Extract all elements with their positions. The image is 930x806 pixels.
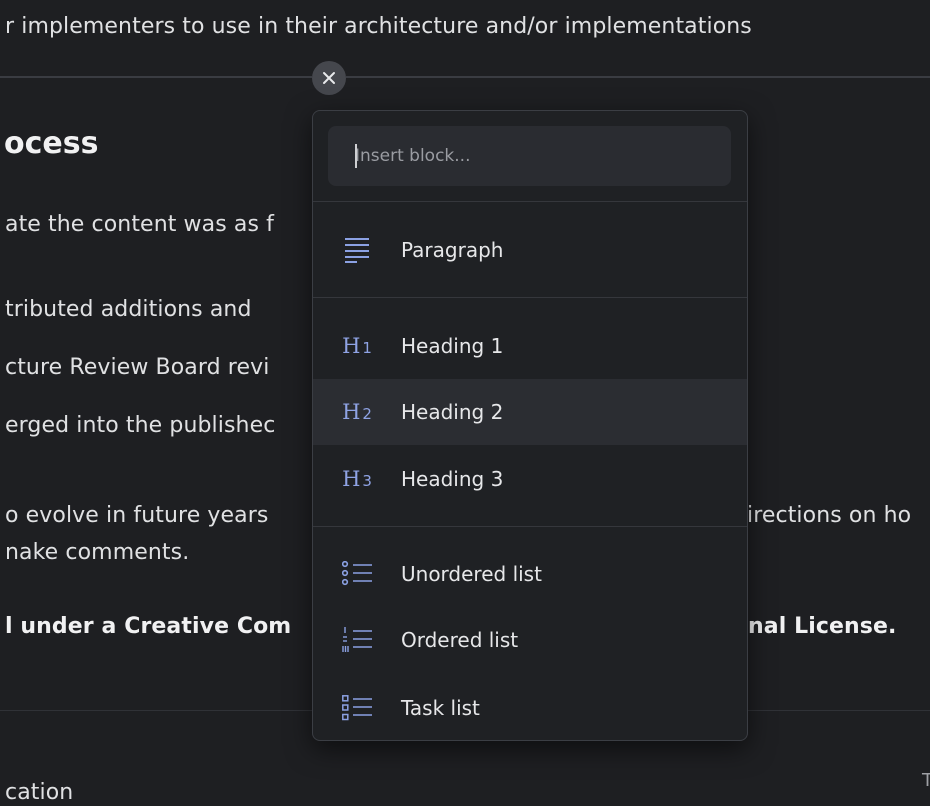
doc-top-line: r implementers to use in their architect… xyxy=(5,14,752,39)
menu-item-label: Heading 2 xyxy=(401,400,504,424)
doc-list-item-1: tributed additions and xyxy=(5,297,252,322)
menu-item-ordered-list[interactable]: Ordered list xyxy=(313,607,747,673)
task-list-icon xyxy=(313,695,401,721)
doc-license-left: l under a Creative Com xyxy=(5,614,292,639)
insert-block-search[interactable] xyxy=(328,126,731,186)
doc-evolve-left: o evolve in future years xyxy=(5,503,269,528)
menu-separator-2 xyxy=(313,297,747,298)
section-heading: ocess xyxy=(4,126,99,161)
doc-list-item-2: cture Review Board revi xyxy=(5,355,270,380)
doc-license-right: nal License. xyxy=(748,614,897,639)
insert-block-input[interactable] xyxy=(328,126,731,186)
doc-edge-glyph: T xyxy=(922,770,930,791)
divider-left xyxy=(0,76,312,78)
unordered-list-icon xyxy=(313,561,401,587)
doc-paragraph: ate the content was as f xyxy=(5,212,274,237)
menu-separator-3 xyxy=(313,526,747,527)
menu-item-label: Heading 1 xyxy=(401,334,504,358)
doc-comments: nake comments. xyxy=(5,540,190,565)
menu-item-heading-2[interactable]: H2 Heading 2 xyxy=(313,379,747,445)
menu-item-label: Ordered list xyxy=(401,628,519,652)
doc-evolve-right: irections on ho xyxy=(747,503,912,528)
menu-item-paragraph[interactable]: Paragraph xyxy=(313,217,747,283)
menu-item-label: Task list xyxy=(401,696,480,720)
ordered-list-icon xyxy=(313,627,401,653)
menu-item-unordered-list[interactable]: Unordered list xyxy=(313,541,747,607)
menu-item-label: Heading 3 xyxy=(401,467,504,491)
heading-3-icon: H3 xyxy=(342,467,372,491)
heading-2-icon: H2 xyxy=(342,400,372,424)
menu-item-heading-3[interactable]: H3 Heading 3 xyxy=(313,446,747,512)
menu-separator-1 xyxy=(313,201,747,202)
close-icon xyxy=(322,71,336,85)
menu-item-task-list[interactable]: Task list xyxy=(313,675,747,740)
insert-block-menu: Paragraph H1 Heading 1 H2 Heading 2 H3 H… xyxy=(312,110,748,741)
paragraph-icon xyxy=(313,237,401,263)
menu-item-label: Unordered list xyxy=(401,562,542,586)
doc-bottom-label: cation xyxy=(5,780,74,805)
heading-1-icon: H1 xyxy=(342,334,372,358)
text-caret xyxy=(355,144,357,168)
menu-item-heading-1[interactable]: H1 Heading 1 xyxy=(313,313,747,379)
divider-bottom-right xyxy=(746,710,930,711)
editor-page: r implementers to use in their architect… xyxy=(0,0,930,806)
close-button[interactable] xyxy=(312,61,346,95)
doc-list-item-3: erged into the publishec xyxy=(5,413,276,438)
divider-bottom-left xyxy=(0,710,312,711)
menu-item-label: Paragraph xyxy=(401,238,504,262)
divider-right xyxy=(346,76,930,78)
